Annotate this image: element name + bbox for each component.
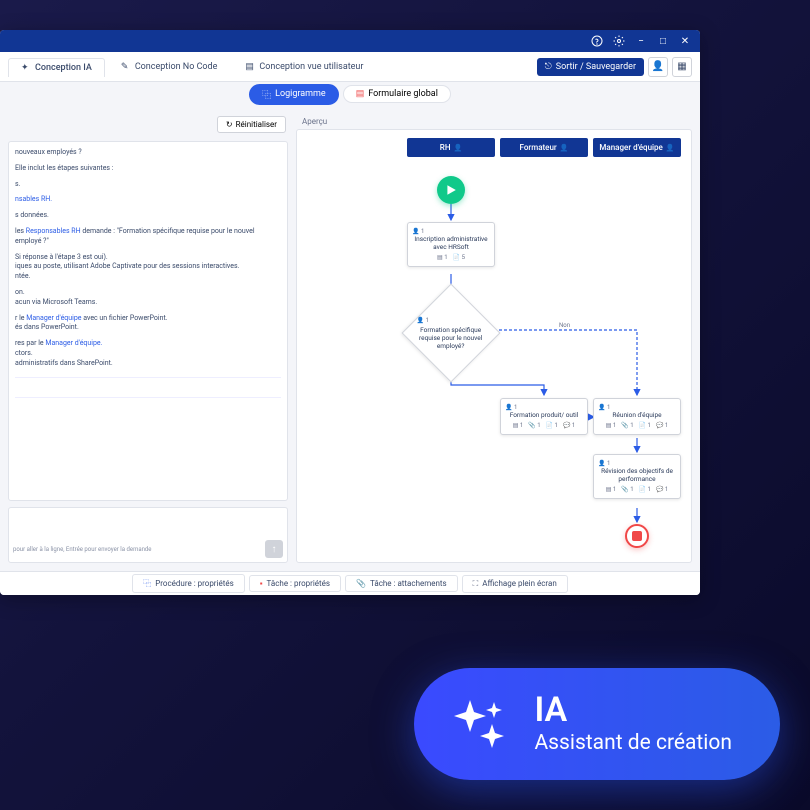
form-icon: ▤ (356, 89, 365, 99)
foot-fullscreen[interactable]: ⛶Affichage plein écran (462, 575, 568, 593)
maximize-icon[interactable]: □ (656, 34, 670, 48)
arrow-up-icon: ↑ (272, 544, 277, 555)
foot-tache-att[interactable]: 📎Tâche : attachements (345, 575, 458, 592)
node-title: Réunion d'équipe (598, 411, 676, 419)
user-icon: 👤 (652, 61, 664, 72)
badge-subtitle: Assistant de création (534, 731, 732, 755)
task-icon: ▪ (260, 579, 263, 588)
chat-input[interactable] (13, 512, 283, 536)
start-node[interactable] (437, 176, 465, 204)
pill-label: Formulaire global (368, 89, 438, 99)
input-hint: pour aller à la ligne, Entrée pour envoy… (13, 546, 151, 553)
subtabs: ⿻ Logigramme ▤ Formulaire global (0, 82, 700, 106)
flowchart-canvas[interactable]: RH👤 Formateur👤 Manager d'équipe👤 Non (296, 129, 692, 563)
minimize-icon[interactable]: − (634, 34, 648, 48)
tab-no-code[interactable]: ✎ Conception No Code (109, 58, 230, 76)
response-line: nouveaux employés ? (15, 148, 281, 158)
refresh-icon: ↻ (226, 120, 233, 129)
node-title: Formation spécifique requise pour le nou… (417, 326, 485, 350)
node-title: Inscription administrative avec HRSoft (412, 235, 490, 251)
ai-response: nouveaux employés ? Elle inclut les étap… (8, 141, 288, 501)
response-line: s. (15, 180, 281, 190)
flow-icon: ⿻ (262, 88, 271, 101)
app-window: − □ ✕ ✦ Conception IA ✎ Conception No Co… (0, 30, 700, 595)
main-area: ↻ Réinitialiser nouveaux employés ? Elle… (0, 106, 700, 571)
tab-label: Conception No Code (135, 62, 218, 72)
lane-manager: Manager d'équipe👤 (593, 138, 681, 157)
form-icon: ▤ (245, 62, 255, 72)
flow-icon: ⿻ (143, 578, 151, 589)
node-inscription[interactable]: 👤 1 Inscription administrative avec HRSo… (407, 222, 495, 267)
tab-label: Conception IA (35, 63, 92, 73)
titlebar: − □ ✕ (0, 30, 700, 52)
save-button[interactable]: ⎋ Sortir / Sauvegarder (537, 58, 644, 76)
close-icon[interactable]: ✕ (678, 34, 692, 48)
tab-vue-utilisateur[interactable]: ▤ Conception vue utilisateur (233, 58, 375, 76)
foot-procedure[interactable]: ⿻Procédure : propriétés (132, 574, 244, 593)
role-link[interactable]: Manager d'équipe (26, 314, 81, 322)
node-revision[interactable]: 👤 1 Révision des objectifs de performanc… (593, 454, 681, 499)
pill-label: Logigramme (275, 89, 326, 99)
menu-icon: ▦ (677, 61, 686, 72)
pill-logigramme[interactable]: ⿻ Logigramme (249, 84, 339, 105)
menu-button[interactable]: ▦ (672, 57, 692, 77)
help-icon[interactable] (590, 34, 604, 48)
response-line: Elle inclut les étapes suivantes : (15, 164, 281, 174)
chat-panel: ↻ Réinitialiser nouveaux employés ? Elle… (8, 114, 288, 563)
node-decision[interactable]: 👤 1 Formation spécifique requise pour le… (402, 284, 501, 383)
ia-badge: IA Assistant de création (414, 668, 780, 780)
node-title: Révision des objectifs de performance (598, 467, 676, 483)
exit-icon: ⎋ (545, 62, 552, 72)
tools-icon: ✎ (121, 62, 131, 72)
sparkle-icon: ✦ (21, 63, 31, 73)
role-link[interactable]: Manager d'équipe. (45, 339, 102, 347)
preview-label: Aperçu (296, 114, 692, 129)
chat-input-area: pour aller à la ligne, Entrée pour envoy… (8, 507, 288, 563)
node-formation[interactable]: 👤 1 Formation produit/ outil ▤ 1📎 1📄 1💬 … (500, 398, 588, 435)
node-reunion[interactable]: 👤 1 Réunion d'équipe ▤ 1📎 1📄 1💬 1 (593, 398, 681, 435)
badge-title: IA (534, 693, 732, 727)
save-label: Sortir / Sauvegarder (556, 62, 636, 72)
preview-panel: Aperçu RH👤 Formateur👤 Manager d'équipe👤 … (296, 114, 692, 563)
send-button[interactable]: ↑ (265, 540, 283, 558)
tab-label: Conception vue utilisateur (259, 62, 363, 72)
edge-label-no: Non (557, 322, 572, 329)
sparkle-icon (446, 692, 510, 756)
tab-conception-ia[interactable]: ✦ Conception IA (8, 58, 105, 77)
expand-icon: ⛶ (473, 579, 479, 589)
pill-formulaire[interactable]: ▤ Formulaire global (343, 85, 451, 103)
reset-label: Réinitialiser (236, 120, 277, 129)
gear-icon[interactable] (612, 34, 626, 48)
foot-tache-prop[interactable]: ▪Tâche : propriétés (249, 575, 341, 592)
user-button[interactable]: 👤 (648, 57, 668, 77)
footer-bar: ⿻Procédure : propriétés ▪Tâche : proprié… (0, 571, 700, 595)
attach-icon: 📎 (356, 579, 366, 588)
node-title: Formation produit/ outil (505, 411, 583, 419)
main-toolbar: ✦ Conception IA ✎ Conception No Code ▤ C… (0, 52, 700, 82)
lane-formateur: Formateur👤 (500, 138, 588, 157)
lane-rh: RH👤 (407, 138, 495, 157)
end-node[interactable] (625, 524, 649, 548)
role-link[interactable]: Responsables RH (26, 227, 81, 235)
response-line: s données. (15, 211, 281, 221)
role-link[interactable]: nsables RH. (15, 195, 52, 203)
reset-button[interactable]: ↻ Réinitialiser (217, 116, 286, 133)
